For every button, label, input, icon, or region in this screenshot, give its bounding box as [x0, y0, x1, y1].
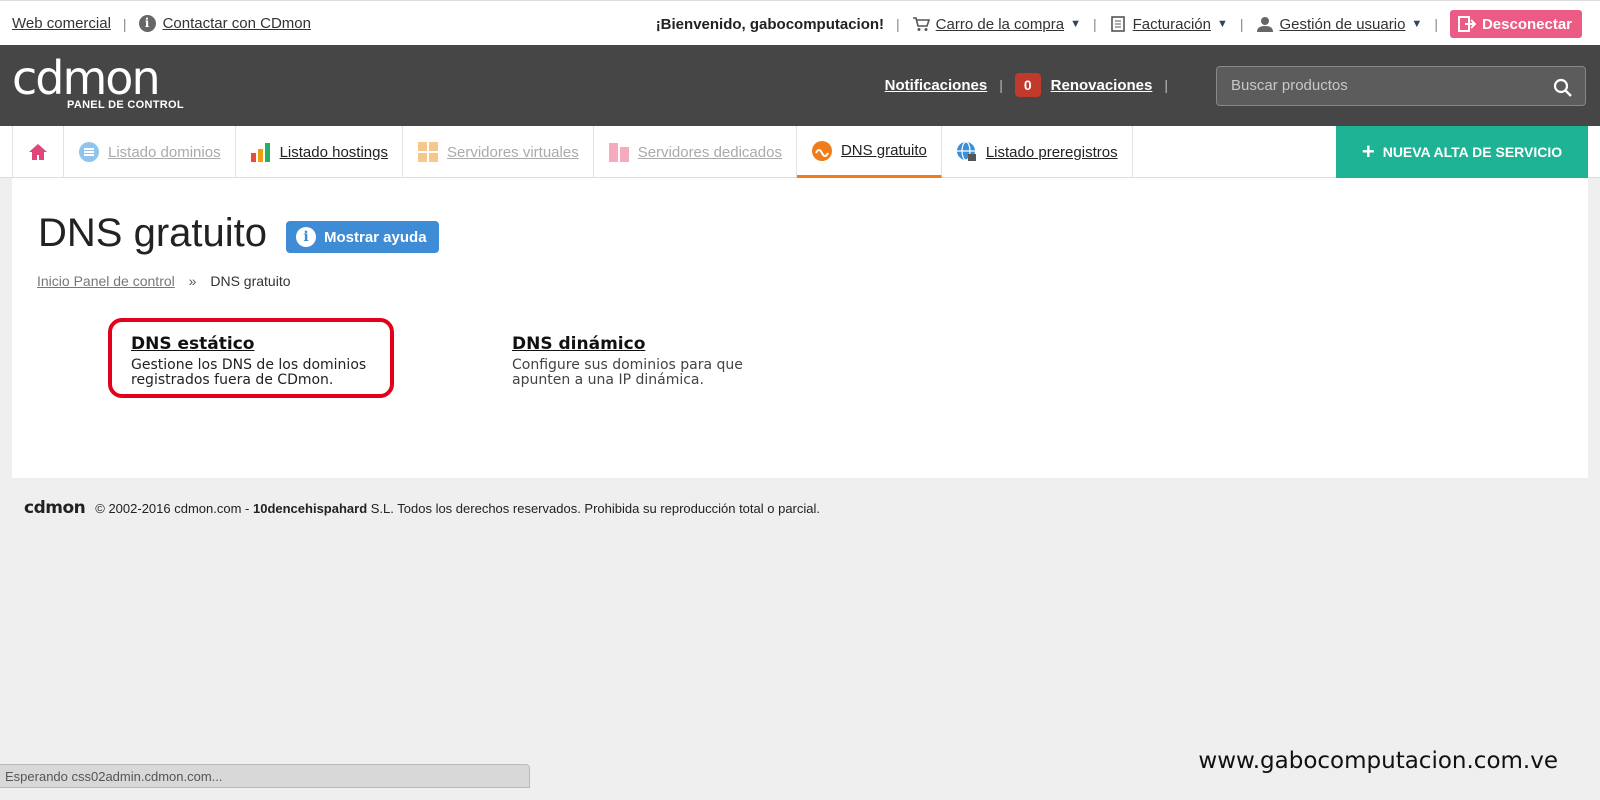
footer-rights: S.L. Todos los derechos reservados. Proh… — [370, 500, 821, 516]
separator: | — [1092, 16, 1097, 32]
search-box — [1216, 66, 1586, 106]
contact-link[interactable]: Contactar con CDmon — [163, 15, 311, 32]
logo-subtitle: PANEL DE CONTROL — [67, 99, 184, 111]
dns-icon — [811, 140, 832, 161]
invoice-icon — [1110, 16, 1125, 32]
main-content: DNS gratuito i Mostrar ayuda Inicio Pane… — [12, 178, 1588, 478]
separator: | — [122, 15, 127, 32]
footer: cdmon © 2002-2016 cdmon.com - 10dencehis… — [24, 498, 820, 518]
tab-label: Servidores dedicados — [637, 143, 782, 161]
tab-virtual-servers[interactable]: Servidores virtuales — [403, 126, 594, 178]
info-icon: i — [138, 15, 156, 32]
top-left-links: Web comercial | i Contactar con CDmon — [12, 15, 311, 32]
tab-label: Servidores virtuales — [446, 143, 579, 161]
dynamic-dns-option: DNS dinámico Configure sus dominios para… — [512, 334, 772, 388]
tab-domain-list[interactable]: Listado dominios — [64, 126, 236, 178]
static-dns-link[interactable]: DNS estático — [131, 334, 391, 354]
tabs-list: Listado dominios Listado hostings Servid… — [12, 126, 1133, 178]
separator: | — [1434, 16, 1438, 32]
welcome-text: ¡Bienvenido, gabocomputacion! — [655, 15, 885, 33]
show-help-button[interactable]: i Mostrar ayuda — [286, 221, 439, 253]
search-input[interactable] — [1217, 67, 1537, 104]
tab-home[interactable] — [12, 126, 64, 178]
breadcrumb-separator: » — [188, 273, 197, 289]
bar-chart-icon — [250, 143, 270, 162]
tab-preregistration-list[interactable]: Listado preregistros — [942, 126, 1133, 178]
user-icon — [1256, 17, 1273, 32]
tab-label: Listado dominios — [108, 143, 221, 161]
separator: | — [1164, 77, 1168, 93]
tab-dedicated-servers[interactable]: Servidores dedicados — [594, 126, 797, 178]
chevron-down-icon[interactable]: ▼ — [1217, 18, 1228, 30]
new-service-button[interactable]: + NUEVA ALTA DE SERVICIO — [1336, 126, 1588, 178]
logo-wordmark: cdmon — [12, 51, 161, 105]
main-header: cdmon PANEL DE CONTROL Notificaciones | … — [0, 45, 1600, 126]
new-service-label: NUEVA ALTA DE SERVICIO — [1382, 144, 1563, 160]
globe-lock-icon — [956, 141, 976, 161]
home-icon — [29, 144, 47, 160]
notifications-link[interactable]: Notificaciones — [885, 77, 988, 94]
search-icon[interactable] — [1553, 78, 1573, 98]
cart-icon — [912, 17, 930, 31]
separator: | — [1239, 16, 1244, 32]
logout-label: Desconectar — [1481, 15, 1572, 33]
breadcrumb: Inicio Panel de control » DNS gratuito — [37, 273, 291, 289]
grid-icon — [417, 142, 438, 162]
footer-company: 10dencehispahard — [252, 500, 368, 516]
breadcrumb-home-link[interactable]: Inicio Panel de control — [37, 273, 175, 289]
static-dns-option: DNS estático Gestione los DNS de los dom… — [131, 334, 391, 388]
dynamic-dns-link[interactable]: DNS dinámico — [512, 334, 772, 354]
top-utility-bar: Web comercial | i Contactar con CDmon ¡B… — [0, 0, 1600, 45]
chevron-down-icon[interactable]: ▼ — [1070, 18, 1081, 30]
footer-copyright: © 2002-2016 cdmon.com - — [95, 500, 250, 516]
billing-link[interactable]: Facturación — [1133, 16, 1211, 33]
info-icon: i — [296, 227, 316, 247]
dynamic-dns-description: Configure sus dominios para que apunten … — [512, 357, 743, 388]
static-dns-description: Gestione los DNS de los dominios registr… — [131, 357, 367, 388]
service-tabs: Listado dominios Listado hostings Servid… — [0, 126, 1600, 178]
footer-logo: cdmon — [24, 498, 86, 518]
help-button-label: Mostrar ayuda — [324, 228, 427, 246]
web-commercial-link[interactable]: Web comercial — [12, 15, 111, 32]
tab-label: DNS gratuito — [840, 142, 927, 159]
user-management-link[interactable]: Gestión de usuario — [1280, 16, 1406, 33]
tab-label: Listado hostings — [279, 143, 388, 161]
header-nav: Notificaciones | 0 Renovaciones | — [885, 73, 1180, 97]
logout-button[interactable]: Desconectar — [1449, 10, 1582, 38]
cdmon-logo[interactable]: cdmon PANEL DE CONTROL — [12, 51, 202, 117]
cart-link[interactable]: Carro de la compra — [936, 16, 1064, 33]
renewals-link[interactable]: Renovaciones — [1051, 77, 1153, 94]
plus-icon: + — [1361, 139, 1375, 164]
server-icon — [608, 143, 629, 162]
tab-free-dns[interactable]: DNS gratuito — [796, 126, 942, 178]
tab-hosting-list[interactable]: Listado hostings — [236, 126, 403, 178]
breadcrumb-current: DNS gratuito — [210, 273, 291, 289]
logout-icon — [1457, 16, 1476, 32]
list-icon — [79, 142, 99, 162]
top-right-links: ¡Bienvenido, gabocomputacion! | Carro de… — [655, 10, 1582, 38]
chevron-down-icon[interactable]: ▼ — [1411, 18, 1422, 30]
separator: | — [896, 16, 900, 32]
watermark: www.gabocomputacion.com.ve — [1198, 748, 1558, 774]
page-title: DNS gratuito — [38, 211, 267, 255]
tab-label: Listado preregistros — [985, 143, 1118, 161]
renewals-count-badge: 0 — [1014, 73, 1041, 97]
browser-status-bar: Esperando css02admin.cdmon.com... — [0, 764, 530, 788]
separator: | — [999, 77, 1003, 93]
